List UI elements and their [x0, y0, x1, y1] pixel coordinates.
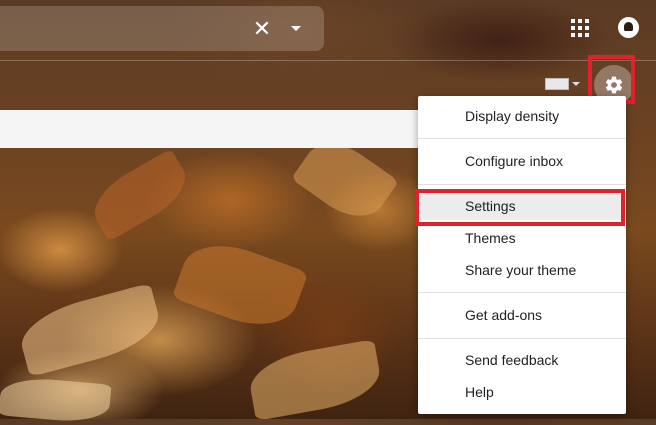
inbox-toolbar-strip	[0, 110, 418, 148]
settings-menu: Display density Configure inbox Settings…	[418, 96, 626, 414]
menu-item-label: Themes	[465, 230, 516, 246]
menu-divider	[418, 338, 626, 339]
close-icon[interactable]: ✕	[250, 18, 274, 40]
background-leaf	[0, 375, 112, 425]
notifications-icon[interactable]	[618, 17, 639, 38]
search-options-dropdown-icon[interactable]	[289, 24, 303, 34]
menu-item-label: Share your theme	[465, 262, 577, 278]
menu-item-configure-inbox[interactable]: Configure inbox	[418, 147, 626, 175]
menu-item-themes[interactable]: Themes	[418, 224, 626, 252]
menu-item-display-density[interactable]: Display density	[418, 102, 626, 130]
apps-grid-icon[interactable]	[571, 19, 589, 37]
keyboard-icon[interactable]	[545, 78, 569, 90]
menu-item-send-feedback[interactable]: Send feedback	[418, 346, 626, 374]
menu-item-label: Configure inbox	[465, 153, 564, 169]
menu-divider	[418, 292, 626, 293]
menu-item-get-add-ons[interactable]: Get add-ons	[418, 301, 626, 329]
menu-item-label: Send feedback	[465, 352, 559, 368]
menu-divider	[418, 138, 626, 139]
input-tools-dropdown-icon[interactable]	[572, 82, 580, 86]
menu-item-help[interactable]: Help	[418, 378, 626, 406]
menu-item-label: Display density	[465, 108, 560, 124]
toolbar-divider	[0, 60, 656, 61]
background-leaf	[245, 339, 385, 421]
background-leaf	[171, 231, 309, 339]
menu-item-label: Help	[465, 384, 494, 400]
settings-item-highlight	[415, 189, 625, 226]
search-bar[interactable]: ✕	[0, 6, 324, 51]
background-leaf	[14, 282, 166, 378]
menu-item-label: Get add-ons	[465, 307, 543, 323]
menu-divider	[418, 184, 626, 185]
background-leaf	[84, 148, 196, 242]
menu-item-share-your-theme[interactable]: Share your theme	[418, 256, 626, 284]
